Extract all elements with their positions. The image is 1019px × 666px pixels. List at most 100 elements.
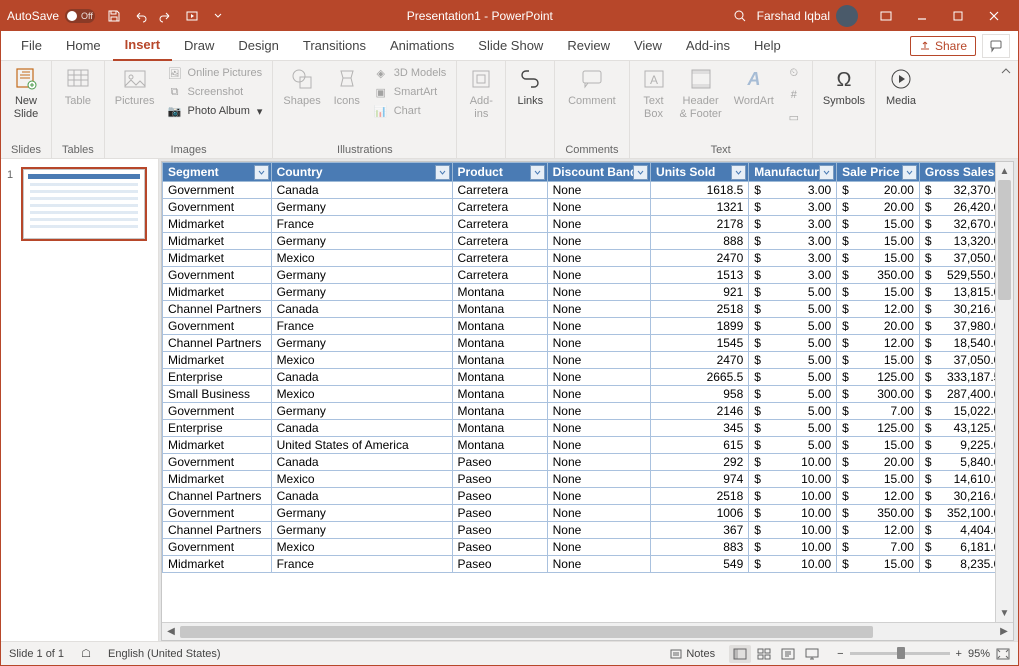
table-cell[interactable]: Germany [271,233,452,250]
table-cell[interactable]: 1545 [651,335,749,352]
table-cell[interactable]: Channel Partners [163,301,272,318]
search-icon[interactable] [733,9,747,23]
table-row[interactable]: MidmarketUnited States of AmericaMontana… [163,437,1013,454]
table-cell[interactable]: 1006 [651,505,749,522]
filter-dropdown-icon[interactable] [530,165,545,180]
user-account[interactable]: Farshad Iqbal [757,5,858,27]
table-cell[interactable]: 1899 [651,318,749,335]
column-header[interactable]: Units Sold [651,163,749,182]
table-cell[interactable]: Paseo [452,522,547,539]
comments-pane-button[interactable] [982,34,1010,58]
table-cell[interactable]: Carretera [452,216,547,233]
table-row[interactable]: GovernmentCanadaCarreteraNone1618.53.002… [163,182,1013,199]
table-cell[interactable]: 12.00 [837,522,920,539]
table-cell[interactable]: None [547,386,650,403]
table-row[interactable]: Channel PartnersCanadaPaseoNone251810.00… [163,488,1013,505]
table-cell[interactable]: Canada [271,488,452,505]
table-cell[interactable]: Germany [271,522,452,539]
table-row[interactable]: GovernmentGermanyCarreteraNone15133.0035… [163,267,1013,284]
table-button[interactable]: Table [64,65,92,108]
table-cell[interactable]: 2178 [651,216,749,233]
collapse-ribbon-icon[interactable] [994,61,1018,158]
table-cell[interactable]: Germany [271,199,452,216]
table-row[interactable]: MidmarketMexicoCarreteraNone24703.0015.0… [163,250,1013,267]
tab-file[interactable]: File [9,31,54,61]
table-row[interactable]: GovernmentGermanyCarreteraNone13213.0020… [163,199,1013,216]
table-cell[interactable]: 3.00 [749,182,837,199]
table-cell[interactable]: Midmarket [163,250,272,267]
tab-design[interactable]: Design [226,31,290,61]
table-cell[interactable]: Mexico [271,471,452,488]
slide-thumbnail-1[interactable] [23,169,145,239]
table-cell[interactable]: France [271,216,452,233]
table-cell[interactable]: 1513 [651,267,749,284]
column-header[interactable]: Manufacturi [749,163,837,182]
table-cell[interactable]: Paseo [452,454,547,471]
table-cell[interactable]: None [547,505,650,522]
object-icon[interactable]: ▭ [786,109,802,125]
scroll-up-icon[interactable]: ▲ [998,164,1012,178]
table-cell[interactable]: Germany [271,335,452,352]
table-row[interactable]: MidmarketFranceCarreteraNone21783.0015.0… [163,216,1013,233]
table-cell[interactable]: 2665.5 [651,369,749,386]
table-cell[interactable]: 12.00 [837,488,920,505]
wordart-button[interactable]: A WordArt [734,65,774,108]
maximize-icon[interactable] [940,1,976,31]
media-button[interactable]: Media [886,65,916,108]
table-cell[interactable]: Carretera [452,182,547,199]
table-cell[interactable]: Paseo [452,488,547,505]
table-cell[interactable]: Montana [452,352,547,369]
table-cell[interactable]: 5.00 [749,352,837,369]
embedded-data-table[interactable]: SegmentCountryProductDiscount BandUnits … [162,162,1013,573]
table-cell[interactable]: 921 [651,284,749,301]
table-row[interactable]: GovernmentGermanyPaseoNone100610.00350.0… [163,505,1013,522]
slide-indicator[interactable]: Slide 1 of 1 [9,648,64,660]
filter-dropdown-icon[interactable] [731,165,746,180]
table-cell[interactable]: Government [163,403,272,420]
table-cell[interactable]: None [547,301,650,318]
table-cell[interactable]: Montana [452,420,547,437]
table-cell[interactable]: Carretera [452,233,547,250]
table-cell[interactable]: 5.00 [749,369,837,386]
table-cell[interactable]: 15.00 [837,216,920,233]
table-cell[interactable]: Midmarket [163,556,272,573]
table-cell[interactable]: 345 [651,420,749,437]
table-cell[interactable]: Midmarket [163,437,272,454]
table-cell[interactable]: Montana [452,318,547,335]
icons-button[interactable]: Icons [333,65,361,108]
table-cell[interactable]: 20.00 [837,199,920,216]
slide-thumbnails-pane[interactable]: 1 [1,159,159,641]
table-cell[interactable]: 20.00 [837,182,920,199]
table-cell[interactable]: 15.00 [837,284,920,301]
table-cell[interactable]: 3.00 [749,250,837,267]
table-row[interactable]: EnterpriseCanadaMontanaNone2665.55.00125… [163,369,1013,386]
table-cell[interactable]: 10.00 [749,522,837,539]
tab-animations[interactable]: Animations [378,31,466,61]
table-cell[interactable]: None [547,556,650,573]
table-cell[interactable]: None [547,471,650,488]
table-cell[interactable]: None [547,182,650,199]
filter-dropdown-icon[interactable] [254,165,269,180]
tab-insert[interactable]: Insert [113,31,172,61]
table-cell[interactable]: Enterprise [163,369,272,386]
table-cell[interactable]: None [547,454,650,471]
table-cell[interactable]: 3.00 [749,233,837,250]
table-cell[interactable]: Enterprise [163,420,272,437]
table-row[interactable]: MidmarketFrancePaseoNone54910.0015.008,2… [163,556,1013,573]
pictures-button[interactable]: Pictures [115,65,155,108]
table-cell[interactable]: Midmarket [163,471,272,488]
table-cell[interactable]: 5.00 [749,335,837,352]
share-button[interactable]: Share [910,36,976,56]
table-cell[interactable]: 12.00 [837,335,920,352]
table-cell[interactable]: Midmarket [163,216,272,233]
table-cell[interactable]: None [547,233,650,250]
table-cell[interactable]: None [547,437,650,454]
table-cell[interactable]: 3.00 [749,267,837,284]
table-cell[interactable]: Canada [271,182,452,199]
table-cell[interactable]: None [547,216,650,233]
table-cell[interactable]: None [547,335,650,352]
table-row[interactable]: Channel PartnersGermanyMontanaNone15455.… [163,335,1013,352]
table-cell[interactable]: Mexico [271,386,452,403]
table-cell[interactable]: Montana [452,301,547,318]
table-cell[interactable]: None [547,369,650,386]
